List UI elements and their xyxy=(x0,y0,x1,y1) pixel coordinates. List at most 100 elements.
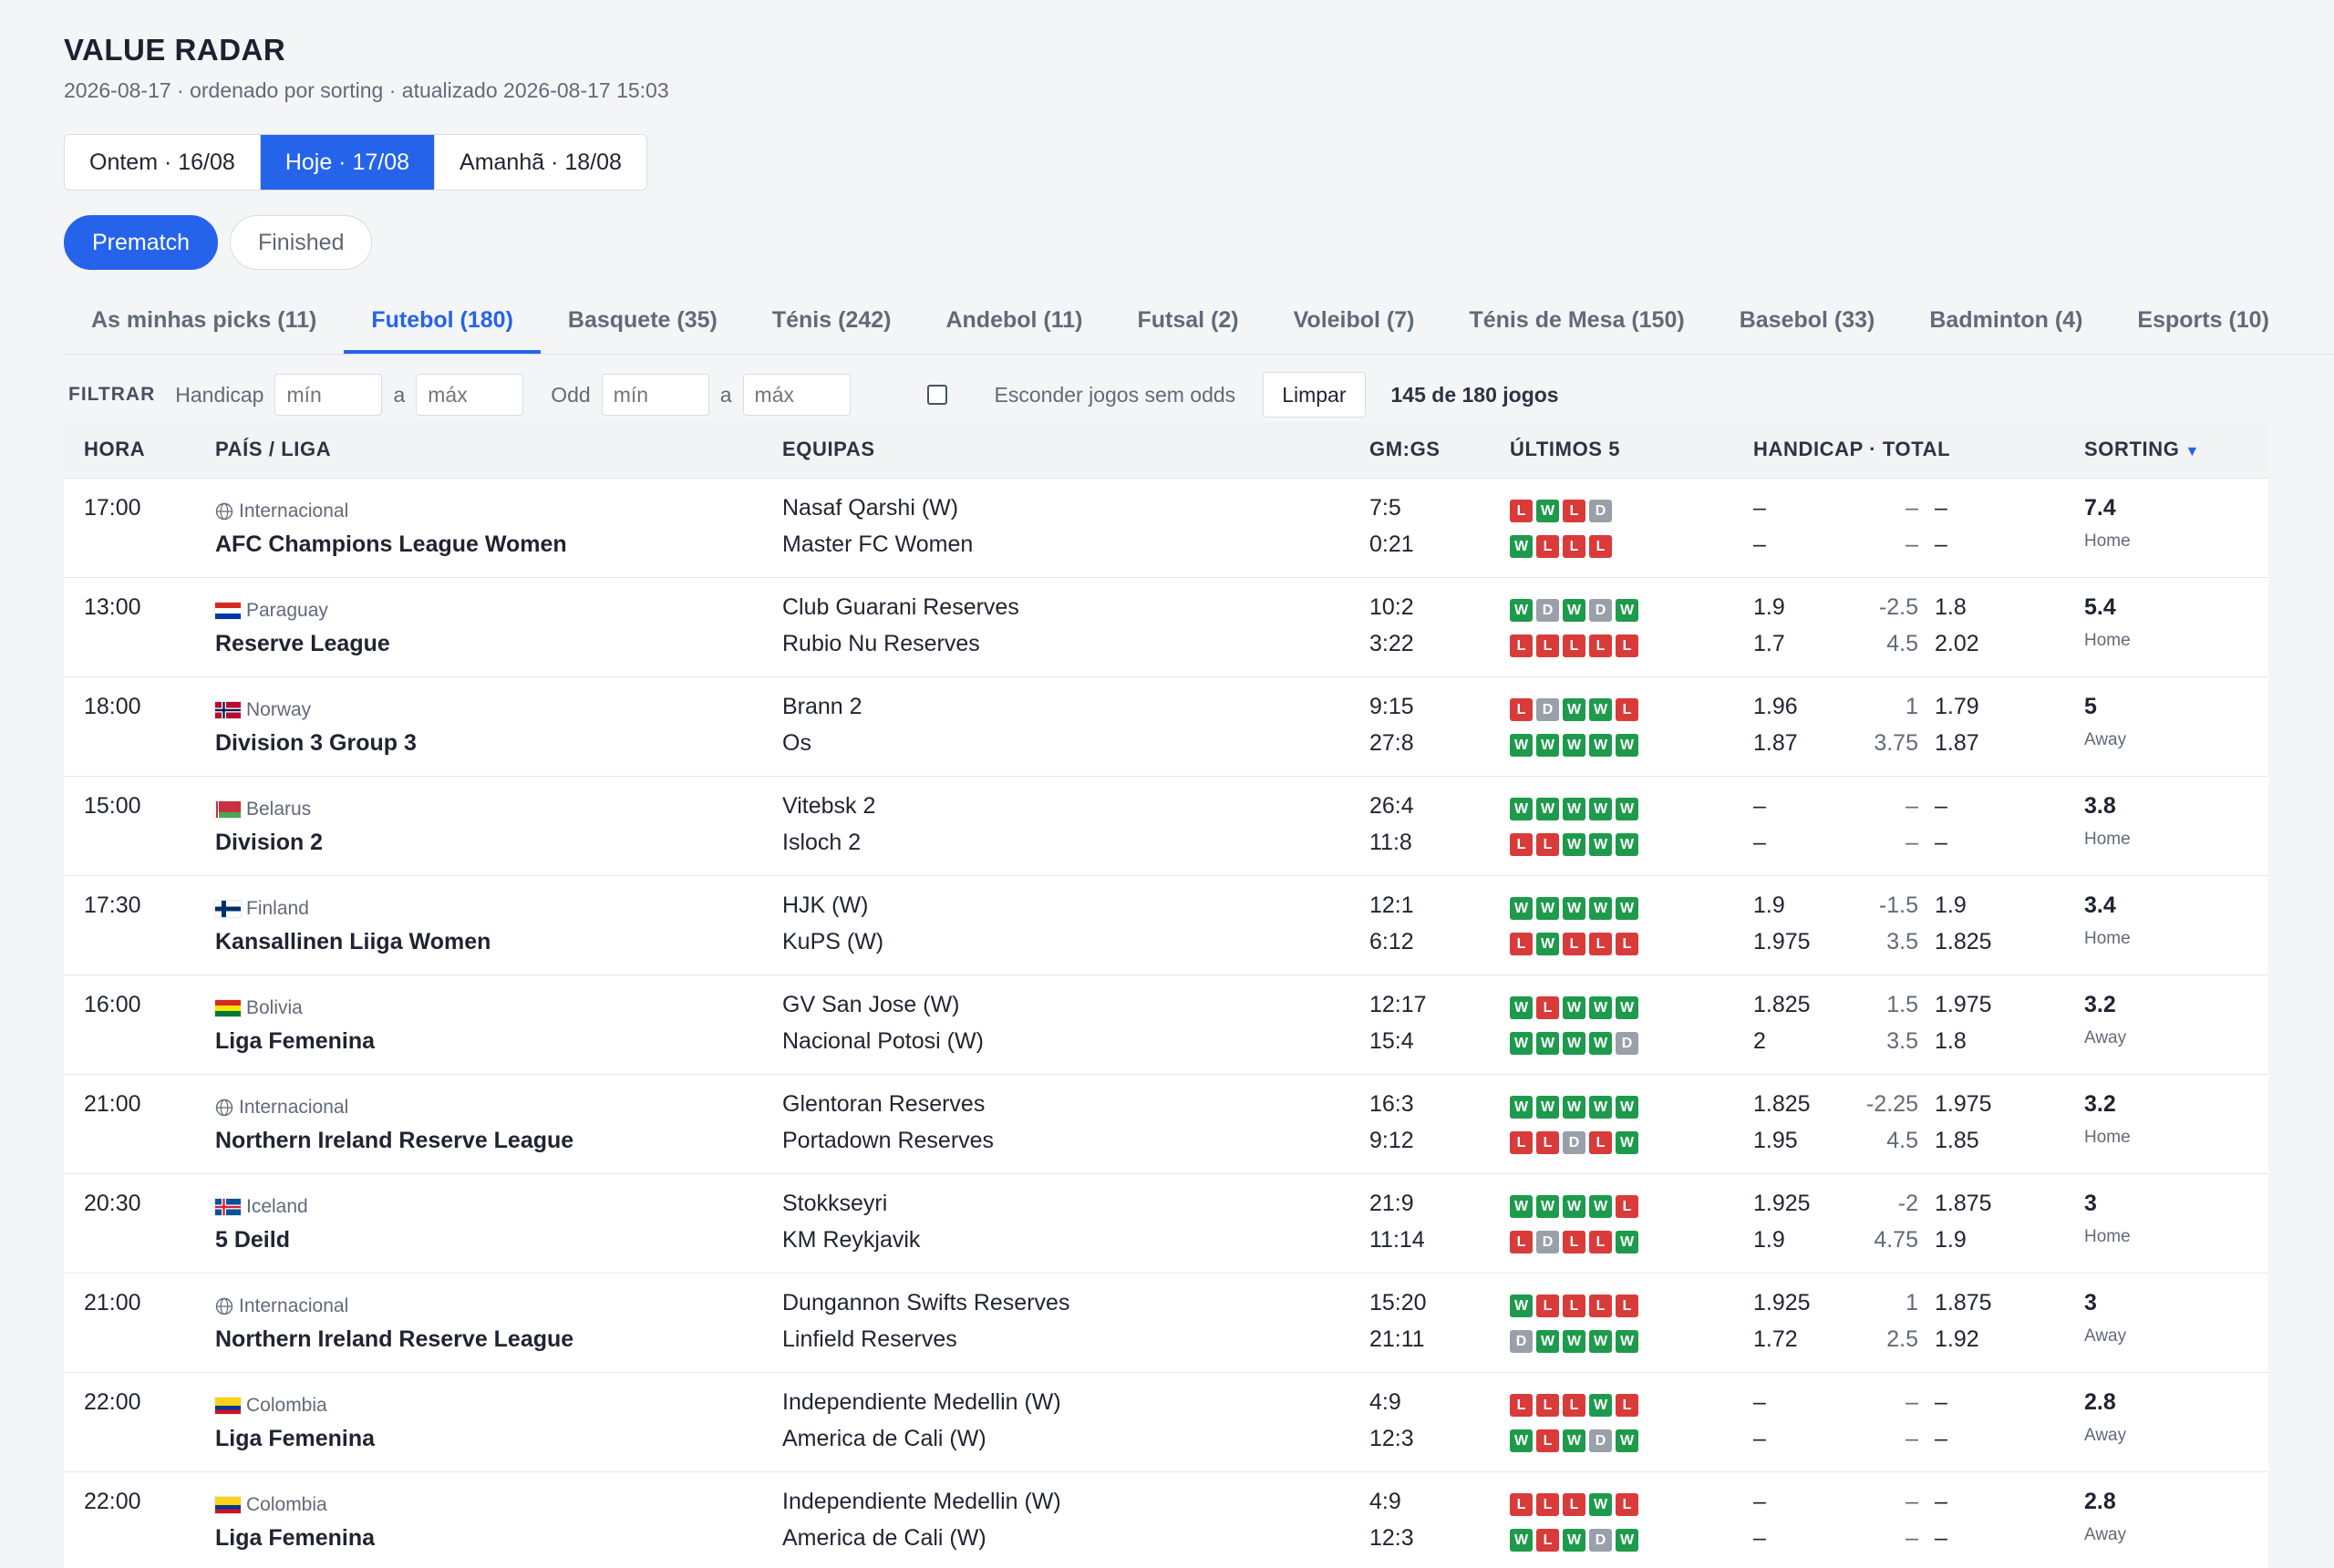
day-tab[interactable]: Amanhã · 18/08 xyxy=(435,135,646,190)
table-row[interactable]: 15:00 Belarus Division 2 Vitebsk 2 Isloch 2 2… xyxy=(64,777,2268,876)
day-tab[interactable]: Hoje · 17/08 xyxy=(260,135,436,190)
total-over-odd: 1.9 xyxy=(1753,1227,1785,1253)
sorting-side: Home xyxy=(2084,929,2131,948)
col-header-sorting[interactable]: SORTING ▼ xyxy=(2084,421,2200,480)
league-name[interactable]: Liga Femenina xyxy=(215,1028,375,1055)
total-line: 4.5 xyxy=(1886,631,1918,656)
day-tab[interactable]: Ontem · 16/08 xyxy=(65,135,261,190)
handicap-line: 1 xyxy=(1905,1290,1918,1315)
form-badge: L xyxy=(1563,500,1585,522)
away-team[interactable]: Nacional Potosi (W) xyxy=(782,1028,984,1055)
form-badge: W xyxy=(1563,1330,1585,1353)
league-name[interactable]: Liga Femenina xyxy=(215,1426,375,1452)
away-team[interactable]: KM Reykjavik xyxy=(782,1227,920,1253)
home-goals-ratio: 4:9 xyxy=(1369,1389,1401,1415)
league-name[interactable]: Division 3 Group 3 xyxy=(215,730,417,757)
sport-tab[interactable]: As minhas picks (11) xyxy=(64,290,344,354)
handicap-max-input[interactable] xyxy=(416,374,524,416)
table-row[interactable]: 22:00 Colombia Liga Femenina Independiente … xyxy=(64,1373,2268,1472)
total-line: 3.5 xyxy=(1886,1028,1918,1054)
home-form: WWWWL xyxy=(1510,1195,1638,1218)
table-row[interactable]: 21:00 Internacional Northern Ireland Reser… xyxy=(64,1075,2268,1174)
form-badge: W xyxy=(1589,734,1612,757)
away-team[interactable]: Portadown Reserves xyxy=(782,1128,994,1154)
league-name[interactable]: Division 2 xyxy=(215,830,323,856)
handicap-min-input[interactable] xyxy=(274,374,383,416)
away-team[interactable]: Os xyxy=(782,730,811,757)
col-header-teams[interactable]: EQUIPAS xyxy=(782,421,875,478)
league-name[interactable]: Kansallinen Liiga Women xyxy=(215,929,491,955)
away-team[interactable]: Master FC Women xyxy=(782,531,973,558)
kickoff-time: 17:00 xyxy=(84,495,141,521)
table-row[interactable]: 16:00 Bolivia Liga Femenina GV San Jose (W)… xyxy=(64,975,2268,1075)
sport-tab[interactable]: Basquete (35) xyxy=(541,290,745,354)
away-team[interactable]: Isloch 2 xyxy=(782,830,861,856)
league-name[interactable]: Northern Ireland Reserve League xyxy=(215,1326,573,1353)
league-name[interactable]: Liga Femenina xyxy=(215,1525,375,1552)
home-team[interactable]: Dungannon Swifts Reserves xyxy=(782,1290,1069,1316)
league-name[interactable]: Northern Ireland Reserve League xyxy=(215,1128,573,1154)
sport-tab[interactable]: Andebol (11) xyxy=(918,290,1110,354)
away-team[interactable]: America de Cali (W) xyxy=(782,1525,986,1552)
sorting-side: Home xyxy=(2084,631,2131,650)
sport-tab[interactable]: Ténis (242) xyxy=(745,290,919,354)
home-team[interactable]: Vitebsk 2 xyxy=(782,793,875,820)
table-row[interactable]: 13:00 Paraguay Reserve League Club Guarani … xyxy=(64,578,2268,677)
flag-belarus-icon xyxy=(215,801,241,818)
table-row[interactable]: 18:00 Norway Division 3 Group 3 Brann 2 Os 9:… xyxy=(64,677,2268,777)
away-team[interactable]: KuPS (W) xyxy=(782,929,883,955)
home-team[interactable]: Independiente Medellin (W) xyxy=(782,1389,1061,1416)
mode-prematch-button[interactable]: Prematch xyxy=(64,215,218,270)
form-badge: L xyxy=(1510,1394,1533,1417)
table-row[interactable]: 21:00 Internacional Northern Ireland Reser… xyxy=(64,1274,2268,1373)
sport-tab[interactable]: Ténis de Mesa (150) xyxy=(1441,290,1711,354)
sport-tab[interactable]: Esports (10) xyxy=(2110,290,2296,354)
away-team[interactable]: Linfield Reserves xyxy=(782,1326,957,1353)
form-badge: W xyxy=(1563,798,1585,820)
home-team[interactable]: Independiente Medellin (W) xyxy=(782,1489,1061,1515)
form-badge: L xyxy=(1589,1231,1612,1253)
away-form: WWWWW xyxy=(1510,734,1638,757)
form-badge: W xyxy=(1616,599,1638,622)
home-team[interactable]: Club Guarani Reserves xyxy=(782,594,1019,621)
odd-min-input[interactable] xyxy=(601,374,709,416)
league-name[interactable]: 5 Deild xyxy=(215,1227,290,1253)
col-header-time[interactable]: HORA xyxy=(84,421,145,478)
sport-tab[interactable]: Futsal (2) xyxy=(1110,290,1265,354)
form-badge: D xyxy=(1536,1231,1559,1253)
sport-tab[interactable]: Basebol (33) xyxy=(1712,290,1903,354)
col-header-league[interactable]: PAÍS / LIGA xyxy=(215,421,331,478)
odd-max-input[interactable] xyxy=(742,374,851,416)
col-header-goals[interactable]: GM:GS xyxy=(1369,421,1441,478)
away-team[interactable]: Rubio Nu Reserves xyxy=(782,631,980,657)
handicap-away-odd: – xyxy=(1935,1489,1947,1514)
home-team[interactable]: Glentoran Reserves xyxy=(782,1091,985,1118)
sorting-score: 3.2 xyxy=(2084,992,2116,1017)
table-row[interactable]: 17:00 Internacional AFC Champions League W… xyxy=(64,479,2268,578)
hide-no-odds-checkbox[interactable] xyxy=(926,385,947,405)
home-team[interactable]: Nasaf Qarshi (W) xyxy=(782,495,958,521)
table-row[interactable]: 20:30 Iceland 5 Deild Stokkseyri KM Reykjavi… xyxy=(64,1174,2268,1274)
col-header-odds[interactable]: HANDICAP · TOTAL xyxy=(1753,421,1950,478)
home-team[interactable]: GV San Jose (W) xyxy=(782,992,960,1018)
home-team[interactable]: HJK (W) xyxy=(782,892,868,919)
sport-tab[interactable]: Badminton (4) xyxy=(1902,290,2110,354)
total-under-odd: 1.87 xyxy=(1935,730,1979,756)
handicap-away-odd: – xyxy=(1935,495,1947,521)
mode-finished-button[interactable]: Finished xyxy=(229,215,373,270)
league-name[interactable]: Reserve League xyxy=(215,631,390,657)
country: Paraguay xyxy=(215,600,328,622)
home-team[interactable]: Stokkseyri xyxy=(782,1191,887,1217)
table-row[interactable]: 17:30 Finland Kansallinen Liiga Women HJK (… xyxy=(64,876,2268,975)
league-name[interactable]: AFC Champions League Women xyxy=(215,531,567,558)
form-badge: W xyxy=(1563,1529,1585,1552)
form-badge: L xyxy=(1510,500,1533,522)
clear-filters-button[interactable]: Limpar xyxy=(1263,372,1366,418)
table-row[interactable]: 22:00 Colombia Liga Femenina Independiente … xyxy=(64,1472,2268,1568)
home-form: LDWWL xyxy=(1510,698,1638,721)
home-team[interactable]: Brann 2 xyxy=(782,694,862,720)
away-team[interactable]: America de Cali (W) xyxy=(782,1426,986,1452)
col-header-form[interactable]: ÚLTIMOS 5 xyxy=(1510,421,1620,478)
sport-tab[interactable]: Voleibol (7) xyxy=(1266,290,1442,354)
sport-tab[interactable]: Futebol (180) xyxy=(344,290,541,354)
